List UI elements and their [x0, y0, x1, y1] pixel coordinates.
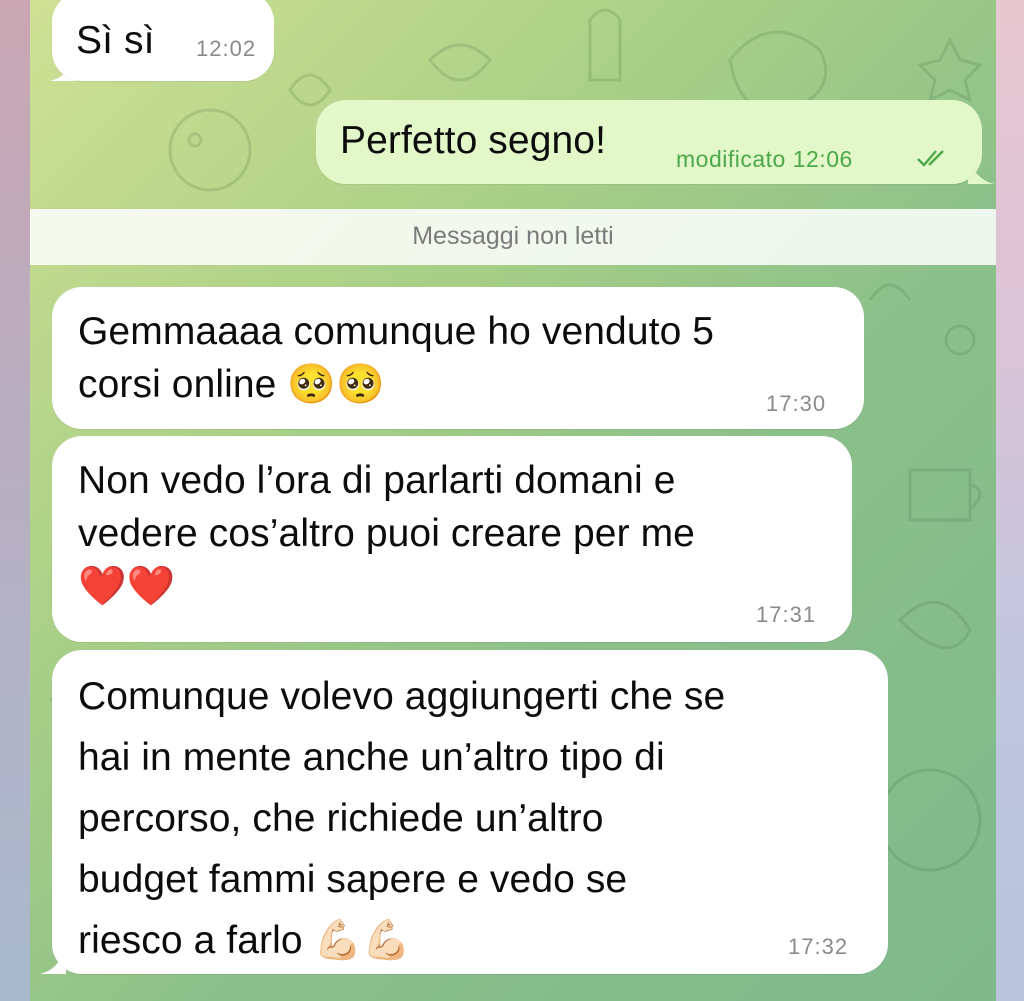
chat-area[interactable]: Sì sì 12:02 Perfetto segno! modificato 1… [30, 0, 996, 1001]
message-status-time: modificato 12:06 [676, 146, 853, 172]
unread-messages-divider: Messaggi non letti [30, 209, 996, 265]
message-text: Gemmaaaa comunque ho venduto 5 corsi onl… [78, 310, 715, 406]
message-bubble-incoming[interactable]: Comunque volevo aggiungerti che se hai i… [52, 650, 888, 974]
screen-edge-left [0, 0, 30, 1001]
message-text: Non vedo l’ora di parlarti domani e vede… [78, 459, 695, 608]
message-bubble-outgoing[interactable]: Perfetto segno! modificato 12:06 [316, 100, 982, 184]
message-bubble-incoming[interactable]: Non vedo l’ora di parlarti domani e vede… [52, 436, 852, 642]
message-bubble-incoming[interactable]: Sì sì 12:02 [52, 0, 274, 81]
message-bubble-incoming[interactable]: Gemmaaaa comunque ho venduto 5 corsi onl… [52, 287, 864, 429]
message-time: 17:30 [766, 391, 827, 416]
unread-messages-label: Messaggi non letti [412, 222, 614, 250]
message-time: 17:31 [756, 602, 817, 627]
message-time: 17:32 [788, 934, 849, 959]
message-text: Sì sì [76, 19, 155, 62]
message-text: Perfetto segno! [340, 119, 607, 162]
screen-edge-right [996, 0, 1024, 1001]
message-text: Comunque volevo aggiungerti che se hai i… [78, 675, 726, 962]
message-time: 12:02 [196, 36, 257, 61]
double-check-icon [917, 150, 944, 167]
